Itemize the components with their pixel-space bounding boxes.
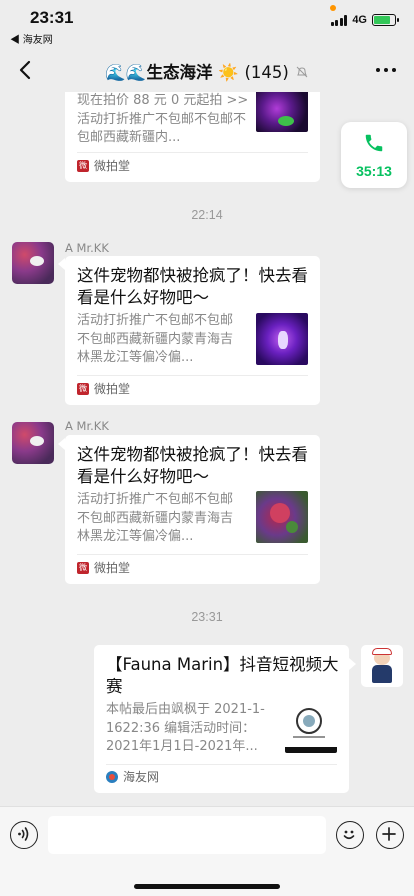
sender-name: A Mr.KK bbox=[65, 241, 109, 255]
bubble-tail bbox=[58, 258, 65, 270]
card-source: 微 微拍堂 bbox=[77, 380, 130, 397]
weipaitang-logo-icon: 微 bbox=[77, 561, 89, 574]
source-name: 海友网 bbox=[123, 770, 160, 784]
more-dots-icon[interactable] bbox=[376, 68, 396, 72]
message-input[interactable] bbox=[48, 816, 326, 854]
card-title: 这件宠物都快被抢疯了！快去看看是什么好物吧～ bbox=[77, 445, 308, 486]
member-count: (145) bbox=[244, 63, 289, 82]
weipaitang-logo-icon: 微 bbox=[77, 159, 89, 172]
chat-title: 🌊🌊生态海洋 ☀️ (145) bbox=[0, 59, 414, 83]
source-name: 微拍堂 bbox=[94, 561, 131, 575]
sender-name: A Mr.KK bbox=[65, 419, 109, 433]
signal-icon bbox=[330, 14, 348, 26]
back-to-app-link[interactable]: ◀ 海友网 bbox=[10, 31, 53, 46]
avatar-self[interactable] bbox=[361, 645, 403, 687]
phone-icon bbox=[365, 134, 383, 152]
wave-icon: 🌊🌊 bbox=[105, 63, 147, 82]
card-divider bbox=[77, 375, 308, 376]
card-thumbnail bbox=[256, 313, 308, 365]
battery-icon bbox=[372, 14, 399, 26]
card-thumbnail bbox=[256, 92, 308, 132]
plus-icon[interactable] bbox=[376, 821, 404, 849]
emoji-icon[interactable] bbox=[336, 821, 364, 849]
sun-icon: ☀️ bbox=[218, 63, 239, 82]
card-source: 微 微拍堂 bbox=[77, 559, 130, 576]
card-thumbnail bbox=[285, 701, 337, 753]
bell-off-icon bbox=[296, 66, 307, 78]
timestamp: 22:14 bbox=[191, 208, 223, 222]
avatar[interactable] bbox=[12, 422, 54, 464]
link-card[interactable]: 【Fauna Marin】抖音短视频大赛 本帖最后由飒枫于 2021-1-162… bbox=[94, 645, 349, 793]
bubble-tail bbox=[58, 438, 65, 450]
link-card[interactable]: 现在拍价 88 元 0 元起拍 >> 活动打折推广不包邮不包邮不包邮西藏新疆内.… bbox=[65, 92, 320, 182]
weipaitang-logo-icon: 微 bbox=[77, 382, 89, 395]
card-thumbnail bbox=[256, 491, 308, 543]
home-indicator[interactable] bbox=[134, 884, 280, 889]
battery-level bbox=[374, 16, 390, 24]
voice-icon[interactable] bbox=[10, 821, 38, 849]
message-list[interactable]: 现在拍价 88 元 0 元起拍 >> 活动打折推广不包邮不包邮不包邮西藏新疆内.… bbox=[0, 92, 414, 806]
input-bar bbox=[0, 806, 414, 896]
voice-call-float[interactable]: 35:13 bbox=[341, 122, 407, 188]
call-duration: 35:13 bbox=[356, 163, 392, 179]
status-bar: 23:31 ◀ 海友网 4G bbox=[0, 0, 414, 48]
link-card[interactable]: 这件宠物都快被抢疯了！快去看看是什么好物吧～ 活动打折推广不包邮不包邮不包邮西藏… bbox=[65, 435, 320, 584]
source-name: 微拍堂 bbox=[94, 159, 131, 173]
card-divider bbox=[106, 764, 337, 765]
card-source: 海友网 bbox=[106, 768, 159, 785]
source-name: 微拍堂 bbox=[94, 382, 131, 396]
bubble-tail bbox=[349, 658, 356, 670]
card-source: 微 微拍堂 bbox=[77, 157, 130, 174]
haiyouwang-logo-icon bbox=[106, 770, 118, 783]
avatar[interactable] bbox=[12, 242, 54, 284]
timestamp: 23:31 bbox=[191, 610, 223, 624]
status-time: 23:31 bbox=[30, 8, 74, 27]
network-type: 4G bbox=[352, 14, 367, 26]
recording-indicator-icon bbox=[330, 5, 336, 11]
card-title: 【Fauna Marin】抖音短视频大赛 bbox=[106, 655, 339, 696]
card-description: 活动打折推广不包邮不包邮不包邮西藏新疆内蒙青海吉林黑龙江等偏冷偏... bbox=[77, 313, 234, 365]
card-title: 这件宠物都快被抢疯了！快去看看是什么好物吧～ bbox=[77, 266, 308, 307]
group-name: 生态海洋 bbox=[146, 63, 213, 82]
link-card[interactable]: 这件宠物都快被抢疯了！快去看看是什么好物吧～ 活动打折推广不包邮不包邮不包邮西藏… bbox=[65, 256, 320, 405]
fauna-marin-logo-icon bbox=[285, 708, 337, 753]
card-divider bbox=[77, 152, 308, 153]
card-description: 活动打折推广不包邮不包邮不包邮西藏新疆内蒙青海吉林黑龙江等偏冷偏... bbox=[77, 492, 234, 544]
chat-header: 🌊🌊生态海洋 ☀️ (145) bbox=[0, 48, 414, 92]
card-divider bbox=[77, 554, 308, 555]
card-description: 现在拍价 88 元 0 元起拍 >> 活动打折推广不包邮不包邮不包邮西藏新疆内.… bbox=[77, 93, 249, 145]
card-description: 本帖最后由飒枫于 2021-1-1622:36 编辑活动时间：2021年1月1日… bbox=[106, 702, 265, 754]
